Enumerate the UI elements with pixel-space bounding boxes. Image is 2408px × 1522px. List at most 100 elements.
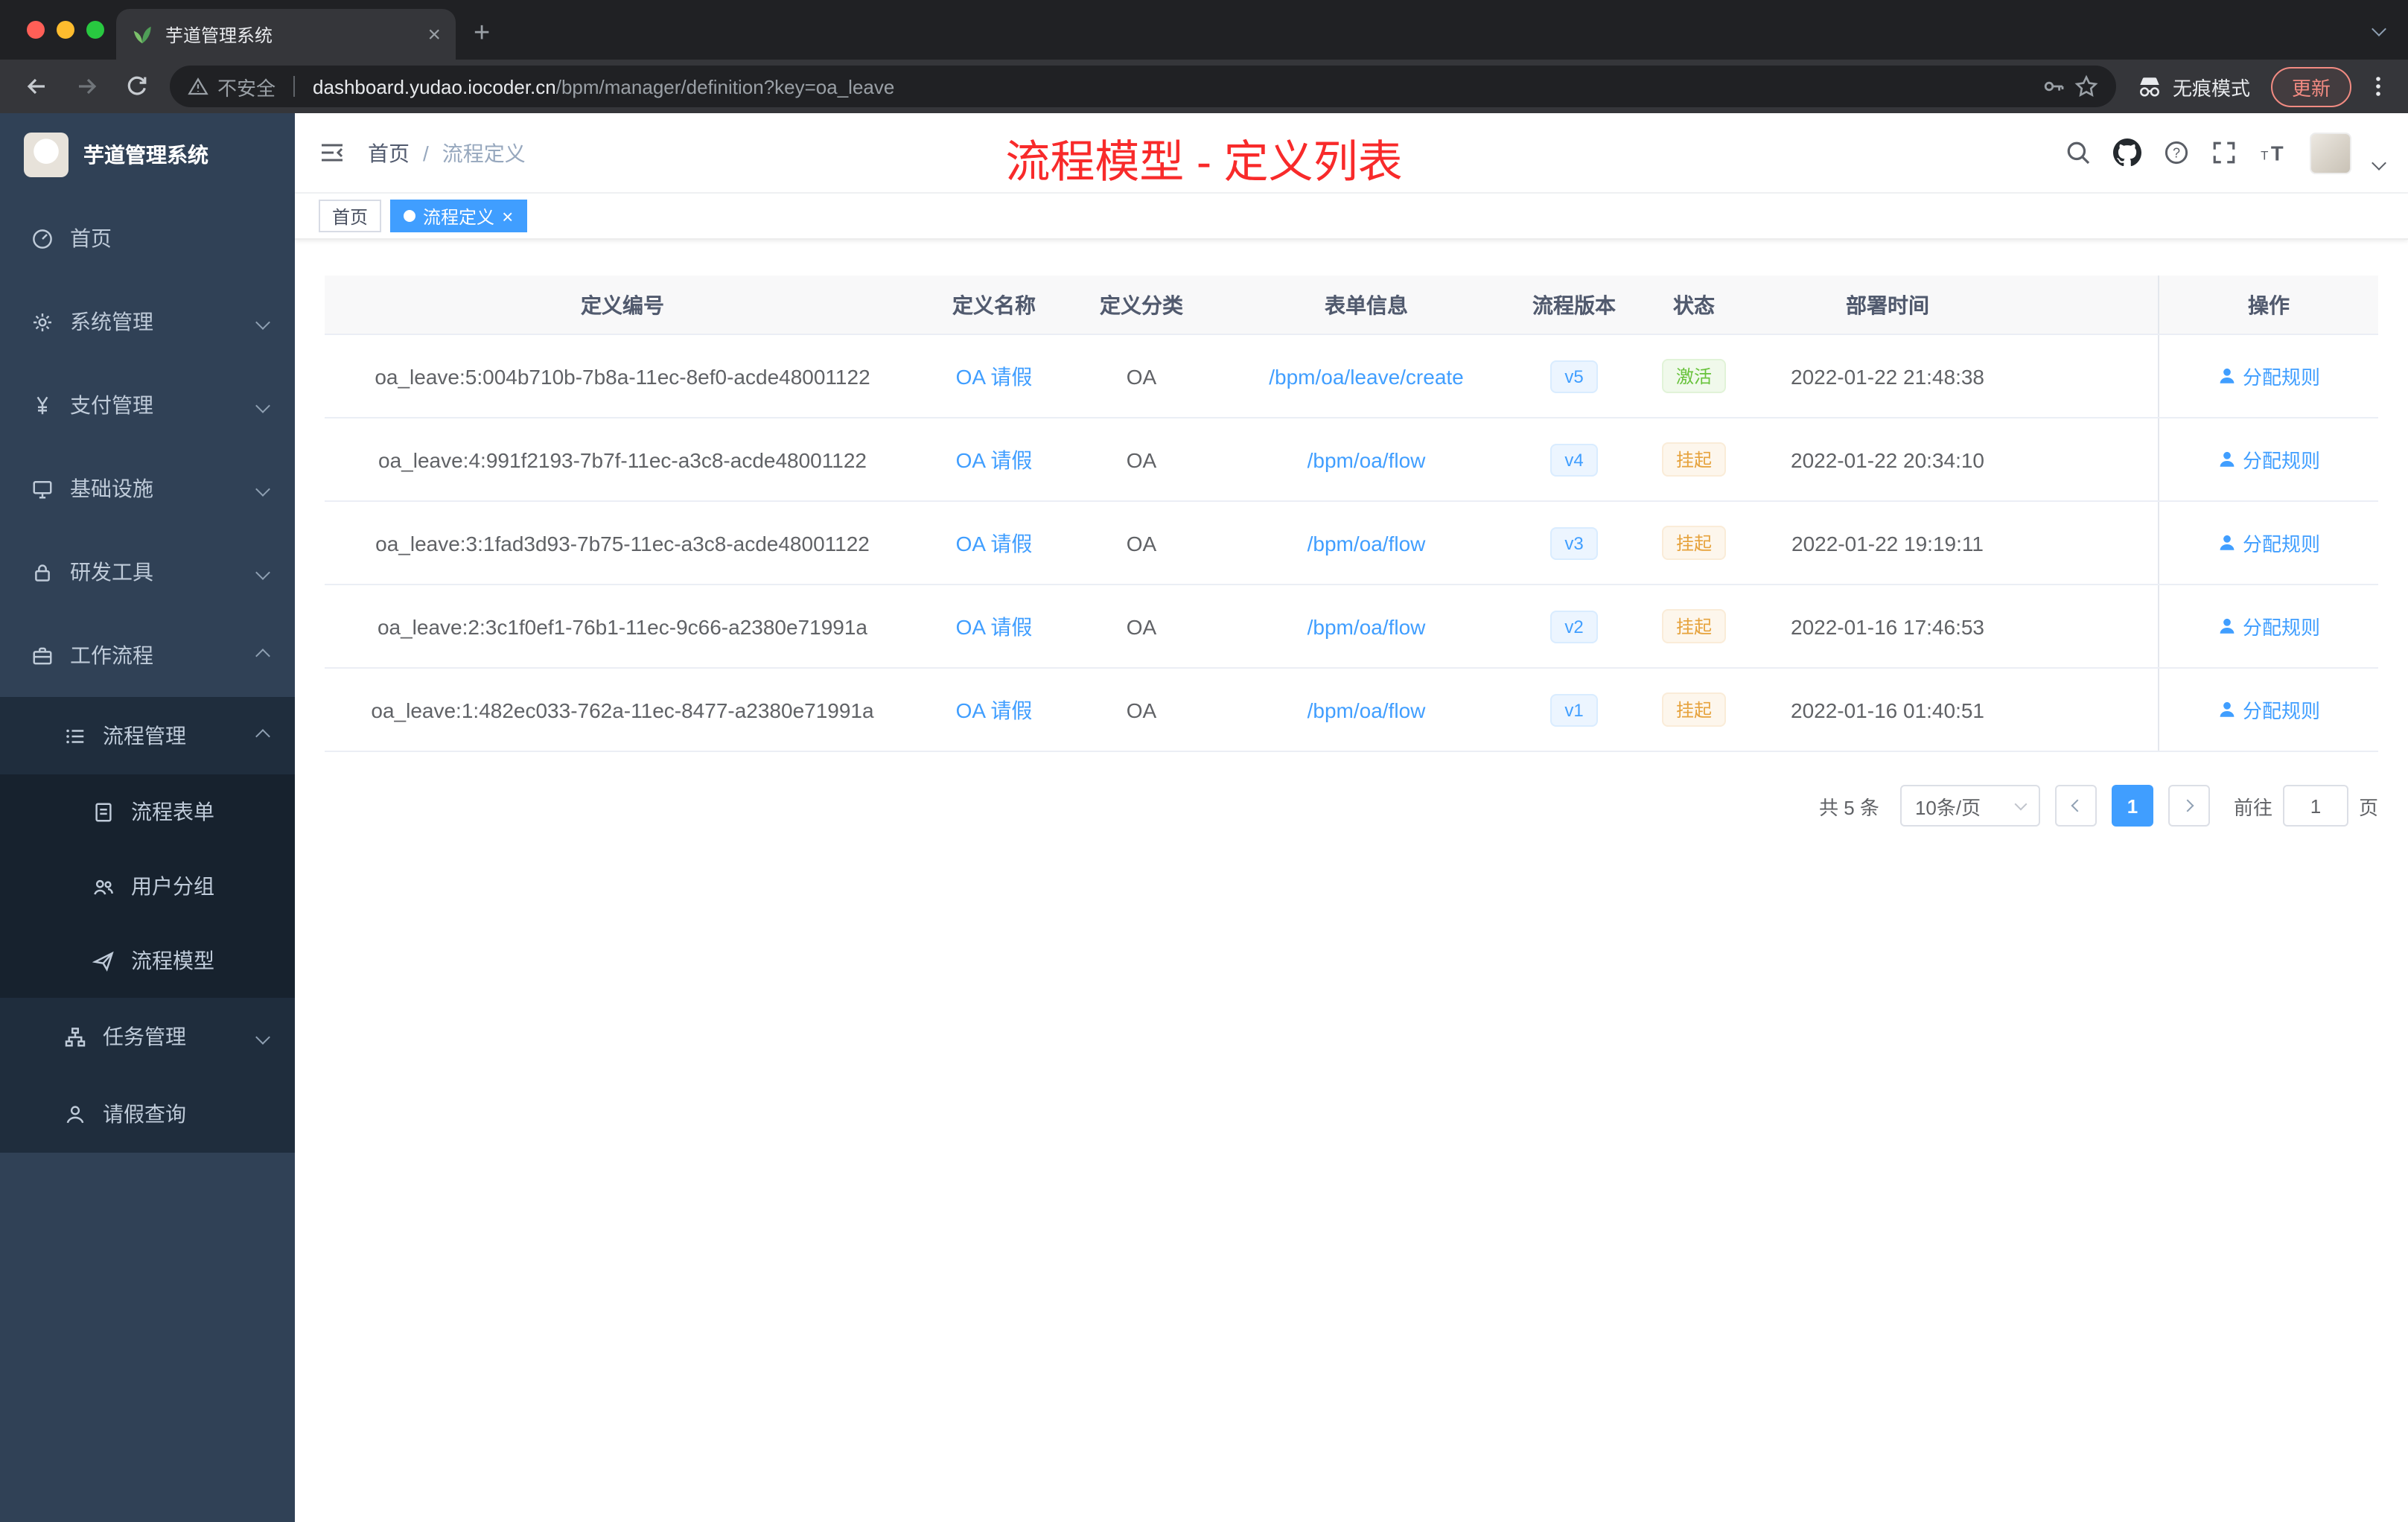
assign-rule-link[interactable]: 分配规则 <box>2217 445 2320 474</box>
sidebar-item-infrastructure[interactable]: 基础设施 <box>0 447 295 530</box>
sidebar-item-payment[interactable]: 支付管理 <box>0 363 295 447</box>
breadcrumb-home[interactable]: 首页 <box>368 138 410 168</box>
form-link[interactable]: /bpm/oa/flow <box>1307 448 1426 471</box>
help-icon[interactable]: ? <box>2164 140 2189 165</box>
search-icon[interactable] <box>2065 140 2091 165</box>
next-page-button[interactable] <box>2167 785 2210 827</box>
col-header-actions: 操作 <box>2158 276 2378 334</box>
url-bar[interactable]: 不安全 dashboard.yudao.iocoder.cn/bpm/manag… <box>170 66 2116 107</box>
page-size-select[interactable]: 10条/页 <box>1899 785 2040 827</box>
deploy-time: 2022-01-22 21:48:38 <box>1791 364 1984 388</box>
sidebar-item-process-form[interactable]: 流程表单 <box>0 774 295 849</box>
col-header-id: 定义编号 <box>581 293 664 316</box>
user-avatar[interactable] <box>2310 132 2351 173</box>
url-path: /bpm/manager/definition?key=oa_leave <box>555 75 895 98</box>
url-text: dashboard.yudao.iocoder.cn/bpm/manager/d… <box>313 75 894 98</box>
refresh-icon[interactable] <box>119 69 155 104</box>
avatar-caret-icon[interactable] <box>2372 156 2386 171</box>
definition-name-link[interactable]: OA 请假 <box>956 611 1033 641</box>
sidebar-item-user-group[interactable]: 用户分组 <box>0 849 295 923</box>
fullscreen-icon[interactable] <box>2211 140 2237 165</box>
user-group-icon <box>94 879 113 894</box>
sidebar-item-system[interactable]: 系统管理 <box>0 280 295 363</box>
definition-name-link[interactable]: OA 请假 <box>956 528 1033 558</box>
form-link[interactable]: /bpm/oa/flow <box>1307 614 1426 638</box>
sidebar-item-workflow[interactable]: 工作流程 <box>0 614 295 697</box>
form-link[interactable]: /bpm/oa/leave/create <box>1269 364 1464 388</box>
tag-close-icon[interactable]: × <box>502 206 513 226</box>
security-label: 不安全 <box>217 77 276 99</box>
person-icon <box>2220 701 2235 717</box>
incognito-badge: 无痕模式 <box>2137 72 2250 101</box>
definition-category: OA <box>1126 614 1157 638</box>
page-unit-label: 页 <box>2358 796 2378 818</box>
tab-search-icon[interactable] <box>2372 22 2386 36</box>
person-icon <box>2220 535 2235 550</box>
version-badge: v5 <box>1549 360 1599 392</box>
breadcrumb-separator: / <box>423 141 429 165</box>
form-link[interactable]: /bpm/oa/flow <box>1307 698 1426 722</box>
status-badge: 挂起 <box>1662 526 1725 560</box>
col-header-status: 状态 <box>1673 293 1715 316</box>
person-icon <box>2220 618 2235 634</box>
prev-page-button[interactable] <box>2054 785 2097 827</box>
table-row: oa_leave:4:991f2193-7b7f-11ec-a3c8-acde4… <box>325 418 2378 502</box>
font-size-icon[interactable]: TT <box>2259 140 2287 165</box>
bookmark-star-icon[interactable] <box>2074 74 2098 98</box>
browser-menu-kebab-icon[interactable] <box>2366 74 2390 98</box>
version-badge: v2 <box>1549 610 1599 643</box>
svg-text:T: T <box>2261 149 2268 163</box>
form-link[interactable]: /bpm/oa/flow <box>1307 531 1426 555</box>
github-icon[interactable] <box>2113 138 2141 167</box>
sidebar-item-task-management[interactable]: 任务管理 <box>0 998 295 1075</box>
update-button[interactable]: 更新 <box>2270 66 2351 106</box>
chevron-up-icon <box>255 728 270 743</box>
window-zoom-button[interactable] <box>86 21 104 39</box>
password-key-icon[interactable] <box>2042 74 2065 98</box>
browser-tab[interactable]: 芋道管理系统 × <box>116 9 456 60</box>
sidebar-item-dev-tools[interactable]: 研发工具 <box>0 530 295 614</box>
sidebar-item-process-model[interactable]: 流程模型 <box>0 923 295 998</box>
deploy-time: 2022-01-16 01:40:51 <box>1791 698 1984 722</box>
version-badge: v4 <box>1549 443 1599 476</box>
tag-home[interactable]: 首页 <box>319 200 382 232</box>
window-close-button[interactable] <box>27 21 45 39</box>
window-minimize-button[interactable] <box>57 21 74 39</box>
window-controls <box>27 21 104 39</box>
chevron-down-icon <box>255 481 270 496</box>
tab-close-icon[interactable]: × <box>427 23 441 45</box>
back-icon[interactable] <box>18 69 54 104</box>
hamburger-icon[interactable] <box>319 140 345 165</box>
forward-icon[interactable] <box>69 69 104 104</box>
deploy-time: 2022-01-22 19:19:11 <box>1791 531 1984 555</box>
status-badge: 挂起 <box>1662 609 1725 643</box>
sidebar-item-process-management[interactable]: 流程管理 <box>0 697 295 774</box>
current-page-button[interactable]: 1 <box>2111 785 2153 827</box>
definition-name-link[interactable]: OA 请假 <box>956 445 1033 474</box>
definition-id: oa_leave:3:1fad3d93-7b75-11ec-a3c8-acde4… <box>375 531 870 555</box>
chevron-down-icon <box>2014 797 2028 811</box>
col-header-category: 定义分类 <box>1100 293 1183 316</box>
person-icon <box>66 1105 84 1123</box>
goto-page-input[interactable] <box>2282 785 2348 827</box>
breadcrumb: 首页 / 流程定义 <box>368 138 526 168</box>
tag-process-definition[interactable]: 流程定义 × <box>390 200 527 232</box>
goto-label: 前往 <box>2233 796 2272 818</box>
definition-id: oa_leave:1:482ec033-762a-11ec-8477-a2380… <box>371 698 874 722</box>
definition-name-link[interactable]: OA 请假 <box>956 361 1033 391</box>
favicon-leaf-icon <box>133 25 151 43</box>
chevron-left-icon <box>2071 799 2084 812</box>
assign-rule-link[interactable]: 分配规则 <box>2217 695 2320 724</box>
assign-rule-link[interactable]: 分配规则 <box>2217 362 2320 390</box>
definition-name-link[interactable]: OA 请假 <box>956 695 1033 725</box>
sidebar-item-leave-query[interactable]: 请假查询 <box>0 1075 295 1153</box>
chevron-down-icon <box>255 314 270 329</box>
col-header-version: 流程版本 <box>1532 293 1616 316</box>
new-tab-button[interactable]: + <box>474 18 490 51</box>
version-badge: v3 <box>1549 526 1599 559</box>
assign-rule-link[interactable]: 分配规则 <box>2217 529 2320 557</box>
not-secure-warning-icon <box>188 77 208 95</box>
assign-rule-link[interactable]: 分配规则 <box>2217 612 2320 640</box>
sidebar-item-home[interactable]: 首页 <box>0 197 295 280</box>
lock-icon <box>35 564 50 581</box>
